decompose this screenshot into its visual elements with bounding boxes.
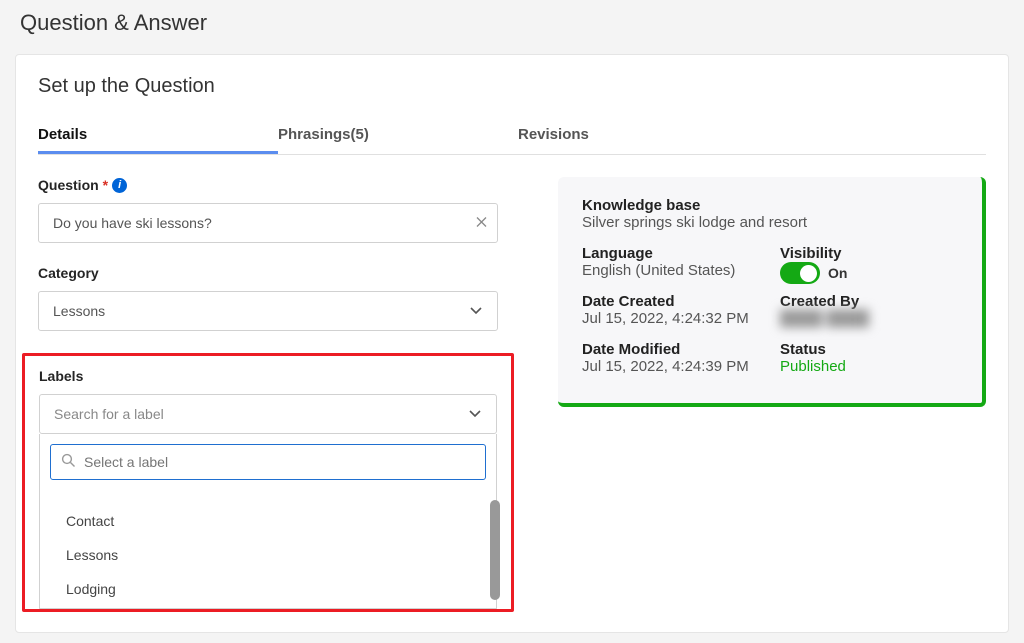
status-value: Published <box>780 358 958 375</box>
labels-placeholder: Search for a label <box>54 406 164 422</box>
labels-select[interactable]: Search for a label <box>39 394 497 434</box>
status-label: Status <box>780 341 958 358</box>
chevron-down-icon <box>469 303 483 319</box>
metadata-panel: Knowledge base Silver springs ski lodge … <box>558 177 986 407</box>
labels-search-wrap <box>50 444 486 480</box>
question-label: Question <box>38 177 99 193</box>
kb-value: Silver springs ski lodge and resort <box>582 214 958 231</box>
date-created-label: Date Created <box>582 293 760 310</box>
visibility-on-text: On <box>828 265 847 281</box>
date-modified-value: Jul 15, 2022, 4:24:39 PM <box>582 358 760 375</box>
category-select[interactable]: Lessons <box>38 291 498 331</box>
date-created-value: Jul 15, 2022, 4:24:32 PM <box>582 310 760 327</box>
tab-phrasings[interactable]: Phrasings(5) <box>278 118 518 154</box>
question-field-group: Question * i <box>38 177 498 243</box>
tab-revisions[interactable]: Revisions <box>518 118 589 154</box>
clear-icon[interactable] <box>476 215 487 232</box>
tab-details[interactable]: Details <box>38 118 278 154</box>
language-label: Language <box>582 245 760 262</box>
chevron-down-icon <box>468 406 482 422</box>
page-title: Question & Answer <box>15 10 1009 36</box>
created-by-value: ████ ████ <box>780 310 958 327</box>
question-input[interactable] <box>39 204 497 242</box>
labels-dropdown: Contact Lessons Lodging <box>39 434 497 609</box>
required-indicator: * <box>103 177 108 193</box>
search-icon <box>61 453 76 471</box>
question-input-wrap <box>38 203 498 243</box>
tabs: Details Phrasings(5) Revisions <box>38 118 986 155</box>
kb-label: Knowledge base <box>582 197 958 214</box>
label-option[interactable]: Lessons <box>40 538 496 572</box>
labels-options: Contact Lessons Lodging <box>40 498 496 608</box>
scrollbar[interactable] <box>490 500 500 600</box>
label-option[interactable]: Lodging <box>40 572 496 606</box>
visibility-toggle[interactable] <box>780 262 820 284</box>
date-modified-label: Date Modified <box>582 341 760 358</box>
category-field-group: Category Lessons <box>38 265 498 331</box>
category-value: Lessons <box>53 303 105 319</box>
label-option[interactable]: Contact <box>40 504 496 538</box>
labels-highlight: Labels Search for a label <box>22 353 514 612</box>
category-label: Category <box>38 265 99 281</box>
language-value: English (United States) <box>582 262 760 279</box>
question-card: Set up the Question Details Phrasings(5)… <box>15 54 1009 633</box>
labels-label: Labels <box>39 368 83 384</box>
created-by-label: Created By <box>780 293 958 310</box>
card-title: Set up the Question <box>38 75 986 98</box>
labels-search-input[interactable] <box>84 454 475 470</box>
info-icon[interactable]: i <box>112 178 127 193</box>
visibility-label: Visibility <box>780 245 958 262</box>
